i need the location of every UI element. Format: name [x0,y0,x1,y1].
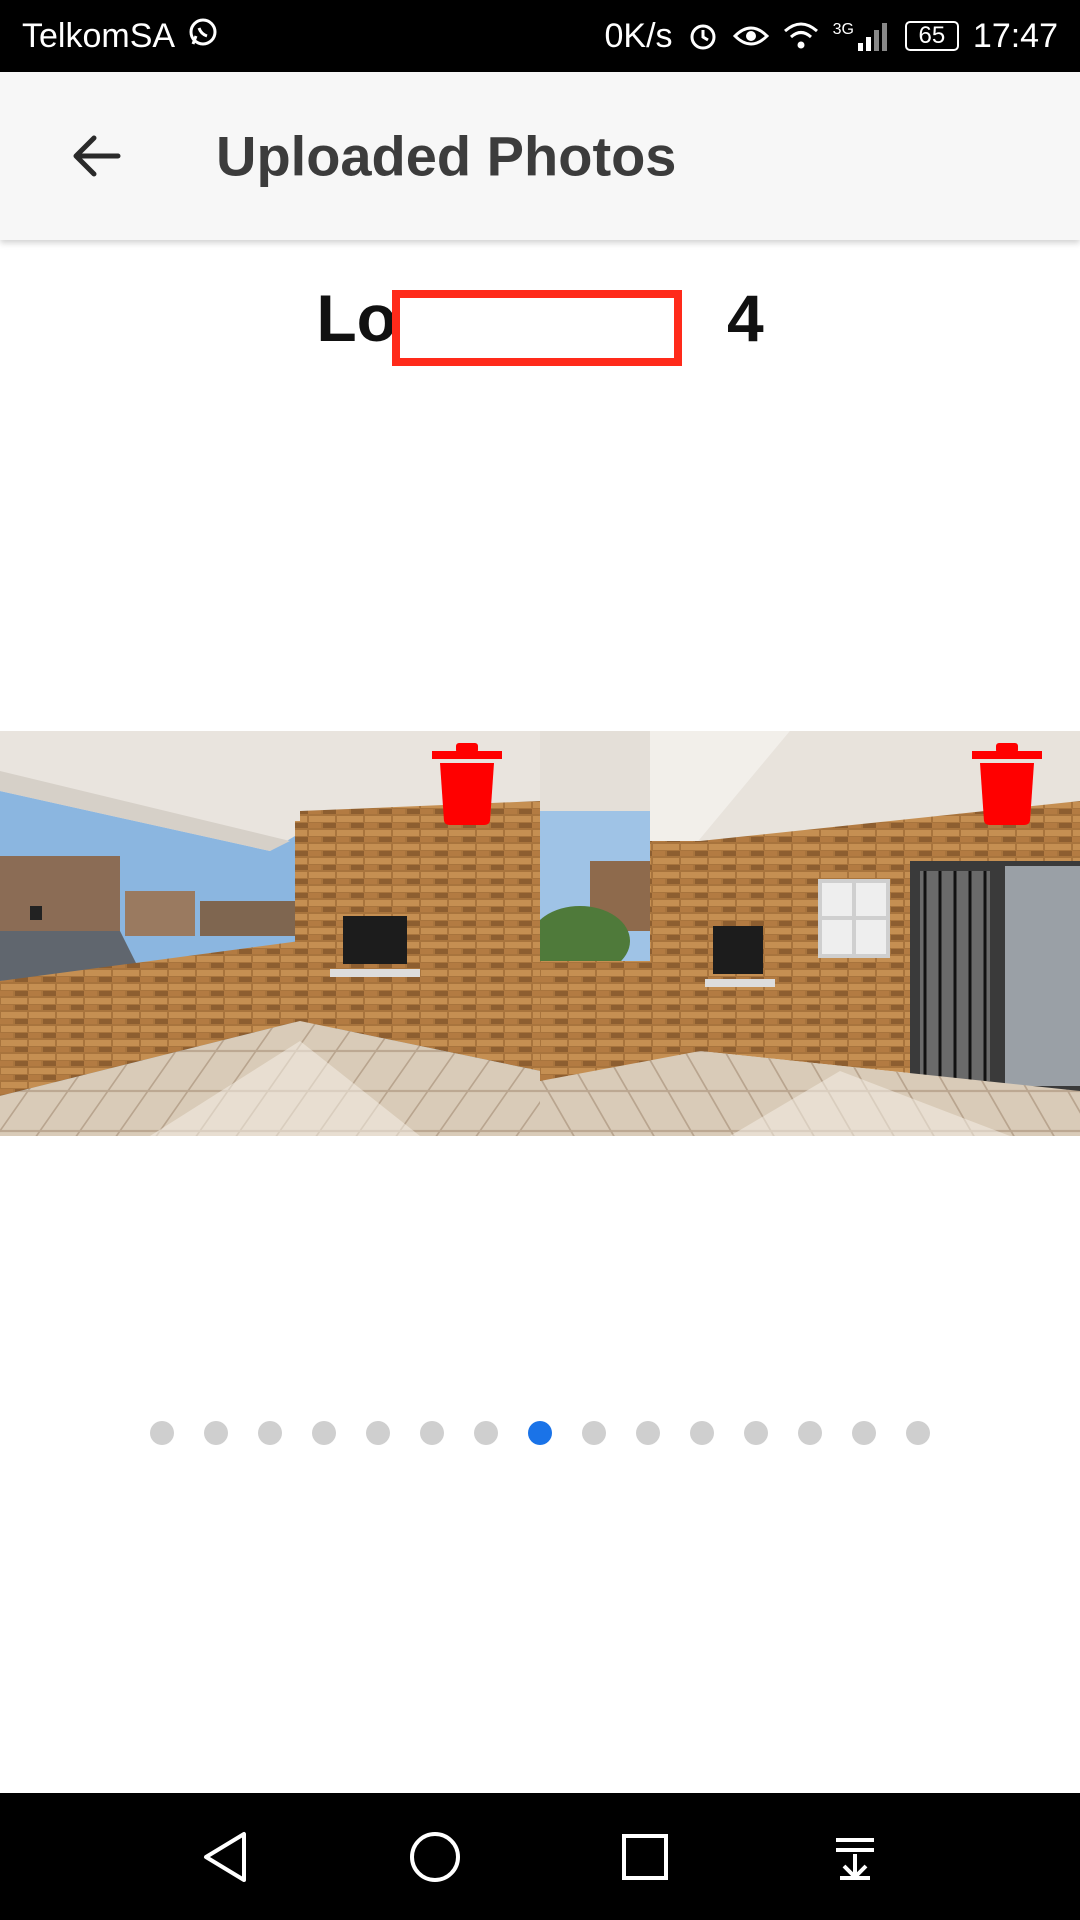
photo-card[interactable] [540,731,1080,1136]
nav-home-button[interactable] [403,1825,467,1889]
nav-recents-button[interactable] [613,1825,677,1889]
page-dot[interactable] [204,1421,228,1445]
alarm-icon [687,20,719,52]
page-dot[interactable] [636,1421,660,1445]
photo-card[interactable] [0,731,540,1136]
carrier-label: TelkomSA [22,16,176,55]
page-dot[interactable] [366,1421,390,1445]
network-speed: 0K/s [604,16,673,55]
page-dot[interactable] [690,1421,714,1445]
back-button[interactable] [60,120,132,192]
arrow-left-icon [73,135,121,177]
status-bar: TelkomSA 0K/s 3G 65 17:47 [0,0,1080,72]
clock: 17:47 [972,16,1058,55]
page-dot[interactable] [798,1421,822,1445]
page-title: Uploaded Photos [216,124,677,188]
eye-icon [732,22,769,50]
battery-level: 65 [918,22,946,49]
recents-square-icon [622,1833,668,1880]
back-triangle-icon [204,1831,246,1882]
page-dot[interactable] [474,1421,498,1445]
nav-notifications-button[interactable] [823,1825,887,1889]
notifications-pull-icon [836,1837,874,1880]
signal-icon: 3G [833,21,891,51]
page-dot[interactable] [420,1421,444,1445]
app-bar: Uploaded Photos [0,72,1080,240]
system-nav-bar [0,1793,1080,1920]
trash-icon [972,743,1042,825]
status-right: 0K/s 3G 65 17:47 [605,17,1058,56]
page-dot[interactable] [582,1421,606,1445]
page-dot[interactable] [150,1421,174,1445]
page-dot-active[interactable] [528,1421,552,1445]
trash-icon [432,743,502,825]
battery-icon: 65 [904,21,959,51]
nav-back-button[interactable] [193,1825,257,1889]
home-circle-icon [410,1831,460,1882]
wifi-icon [783,21,819,51]
page-dot[interactable] [744,1421,768,1445]
heading-suffix: 4 [726,281,764,355]
network-type: 3G [832,21,854,38]
status-left: TelkomSA [22,16,219,57]
heading-prefix: Lo [316,281,397,355]
delete-button[interactable] [432,743,502,825]
page-indicator [0,1421,1080,1445]
page-dot[interactable] [258,1421,282,1445]
page-dot[interactable] [312,1421,336,1445]
photo-strip[interactable] [0,731,1080,1136]
delete-button[interactable] [972,743,1042,825]
redaction-box [392,290,682,366]
page-dot[interactable] [906,1421,930,1445]
whatsapp-icon [187,16,219,57]
page-dot[interactable] [852,1421,876,1445]
